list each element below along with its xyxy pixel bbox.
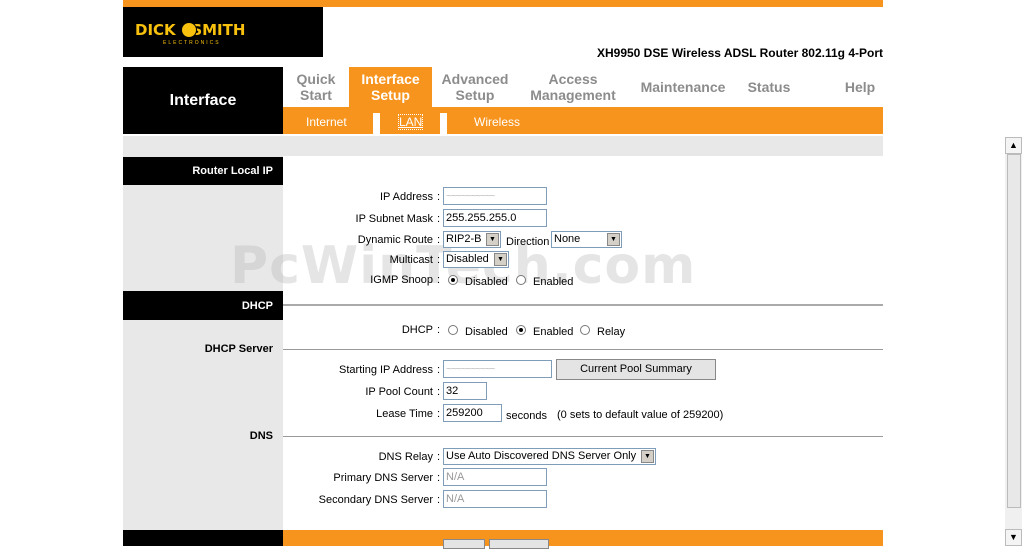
igmp-disabled-label: Disabled bbox=[465, 276, 508, 288]
nav-advanced-setup[interactable]: Advanced Setup bbox=[432, 67, 518, 107]
subnav-internet[interactable]: Internet bbox=[306, 115, 347, 129]
brand-logo: DICK SMITH ELECTRONICS bbox=[123, 7, 323, 57]
subnav-wireless[interactable]: Wireless bbox=[474, 115, 520, 129]
subnet-mask-input[interactable]: 255.255.255.0 bbox=[443, 209, 547, 227]
starting-ip-label: Starting IP Address bbox=[339, 364, 433, 376]
dns-relay-select[interactable]: Use Auto Discovered DNS Server Only ▼ bbox=[443, 448, 656, 465]
multicast-label: Multicast bbox=[389, 254, 433, 266]
nav-maintenance[interactable]: Maintenance bbox=[633, 67, 733, 107]
divider bbox=[283, 436, 883, 437]
starting-ip-input[interactable]: ~~~~~~~~~~ bbox=[443, 360, 552, 378]
logo-face-icon bbox=[181, 22, 197, 38]
dhcp-relay-radio[interactable] bbox=[580, 325, 590, 335]
direction-select[interactable]: None ▼ bbox=[551, 231, 622, 248]
chevron-down-icon: ▼ bbox=[486, 233, 499, 246]
divider bbox=[283, 349, 883, 350]
scroll-down-icon[interactable]: ▼ bbox=[1005, 529, 1022, 546]
lease-time-input[interactable]: 259200 bbox=[443, 404, 502, 422]
section-dhcp-server: DHCP Server bbox=[204, 343, 273, 355]
chevron-down-icon: ▼ bbox=[607, 233, 620, 246]
divider bbox=[283, 304, 883, 306]
section-dhcp: DHCP bbox=[123, 291, 283, 320]
ip-pool-count-label: IP Pool Count bbox=[365, 386, 433, 398]
dynamic-route-label: Dynamic Route bbox=[357, 234, 433, 246]
chevron-down-icon: ▼ bbox=[494, 253, 507, 266]
multicast-select[interactable]: Disabled ▼ bbox=[443, 251, 509, 268]
subnav-separator bbox=[373, 113, 380, 134]
content-header-bar bbox=[123, 136, 883, 156]
primary-dns-label: Primary DNS Server bbox=[333, 472, 433, 484]
dhcp-label: DHCP bbox=[401, 324, 433, 336]
secondary-dns-label: Secondary DNS Server bbox=[318, 494, 433, 506]
top-accent-bar bbox=[123, 0, 883, 7]
lease-time-label: Lease Time bbox=[376, 408, 433, 420]
logo-subtitle: ELECTRONICS bbox=[163, 40, 221, 46]
current-pool-summary-button[interactable]: Current Pool Summary bbox=[556, 359, 716, 380]
dns-relay-label: DNS Relay bbox=[378, 451, 433, 463]
scrollbar-thumb[interactable] bbox=[1007, 154, 1021, 508]
nav-access-management[interactable]: Access Management bbox=[518, 67, 628, 107]
lease-time-note: (0 sets to default value of 259200) bbox=[557, 409, 724, 421]
section-router-local-ip: Router Local IP bbox=[123, 157, 283, 185]
model-title: XH9950 DSE Wireless ADSL Router 802.11g … bbox=[596, 46, 883, 60]
ip-pool-count-input[interactable]: 32 bbox=[443, 382, 487, 400]
nav-status[interactable]: Status bbox=[738, 67, 800, 107]
save-button[interactable] bbox=[443, 539, 485, 549]
footer-left-bar bbox=[123, 530, 283, 546]
ip-address-label: IP Address bbox=[380, 191, 433, 203]
subnet-mask-label: IP Subnet Mask bbox=[355, 213, 433, 225]
footer-bar bbox=[283, 530, 883, 546]
chevron-down-icon: ▼ bbox=[641, 450, 654, 463]
igmp-enabled-label: Enabled bbox=[533, 276, 574, 288]
nav-help[interactable]: Help bbox=[835, 67, 885, 107]
cancel-button[interactable] bbox=[489, 539, 549, 549]
primary-dns-input[interactable]: N/A bbox=[443, 468, 547, 486]
dhcp-relay-label: Relay bbox=[597, 326, 626, 338]
secondary-dns-input[interactable]: N/A bbox=[443, 490, 547, 508]
lease-time-unit: seconds bbox=[506, 410, 547, 422]
dhcp-disabled-label: Disabled bbox=[465, 326, 508, 338]
dhcp-enabled-radio[interactable] bbox=[516, 325, 526, 335]
dynamic-route-select[interactable]: RIP2-B ▼ bbox=[443, 231, 501, 248]
page-title: Interface bbox=[123, 67, 283, 134]
igmp-snoop-label: IGMP Snoop bbox=[370, 274, 433, 286]
ip-address-input[interactable]: ~~~~~~~~~~ bbox=[443, 187, 547, 205]
dhcp-enabled-label: Enabled bbox=[533, 326, 574, 338]
igmp-disabled-radio[interactable] bbox=[448, 275, 458, 285]
subnav-lan[interactable]: LAN bbox=[397, 114, 424, 130]
section-dns: DNS bbox=[249, 430, 273, 442]
igmp-enabled-radio[interactable] bbox=[516, 275, 526, 285]
scroll-up-icon[interactable]: ▲ bbox=[1005, 137, 1022, 154]
direction-label: Direction bbox=[506, 236, 550, 248]
nav-interface-setup[interactable]: Interface Setup bbox=[349, 67, 432, 107]
nav-quick-start[interactable]: Quick Start bbox=[283, 67, 349, 107]
dhcp-disabled-radio[interactable] bbox=[448, 325, 458, 335]
subnav-separator bbox=[440, 113, 447, 134]
